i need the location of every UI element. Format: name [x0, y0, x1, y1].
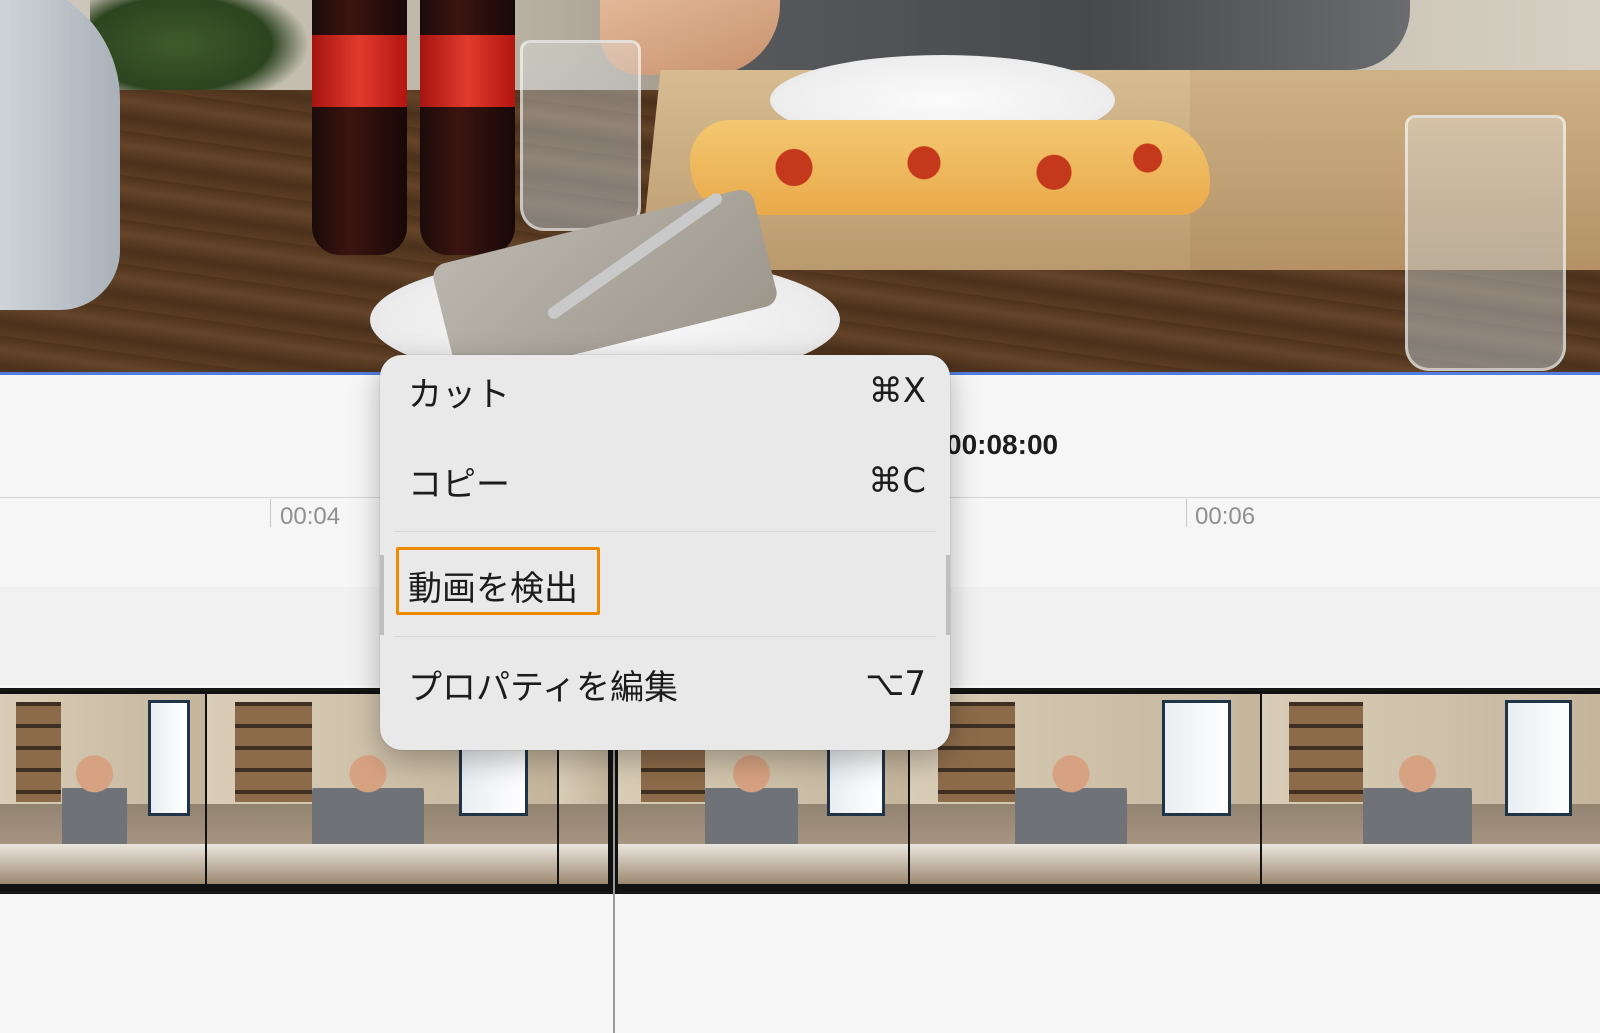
- menu-item-label: カット: [408, 374, 510, 415]
- menu-item-shortcut: ⌘C: [868, 461, 926, 501]
- context-menu: カット ⌘X コピー ⌘C 動画を検出 プロパティを編集 ⌥7: [380, 355, 950, 750]
- menu-item-cut[interactable]: カット ⌘X: [380, 345, 950, 437]
- menu-item-label: プロパティを編集: [408, 667, 678, 708]
- playhead[interactable]: [613, 735, 615, 1033]
- menu-separator: [394, 531, 936, 532]
- ruler-tick: [270, 499, 271, 527]
- preview-chair: [0, 0, 120, 310]
- menu-separator: [394, 636, 936, 637]
- preview-glass: [520, 40, 641, 231]
- menu-item-label: コピー: [408, 464, 510, 505]
- ruler-label: 00:04: [280, 503, 341, 530]
- bottle-label: [312, 35, 407, 107]
- preview-bottle: [420, 0, 515, 255]
- bottle-label: [420, 35, 515, 107]
- menu-item-copy[interactable]: コピー ⌘C: [380, 435, 950, 527]
- clip-thumbnail: [0, 694, 205, 884]
- preview-glass: [1405, 115, 1566, 371]
- clip-thumbnail: [910, 694, 1260, 884]
- ruler-tick: [1186, 499, 1187, 527]
- menu-item-shortcut: ⌘X: [868, 371, 926, 411]
- preview-pizza: [690, 120, 1210, 215]
- current-timecode: 00:08:00: [946, 429, 1059, 460]
- highlight-box: [396, 547, 600, 615]
- preview-bottle: [312, 0, 407, 255]
- video-preview: [0, 0, 1600, 375]
- clip-thumbnail: [1262, 694, 1600, 884]
- menu-item-shortcut: ⌥7: [865, 664, 926, 704]
- menu-item-edit-properties[interactable]: プロパティを編集 ⌥7: [380, 638, 950, 730]
- ruler-label: 00:06: [1195, 503, 1256, 530]
